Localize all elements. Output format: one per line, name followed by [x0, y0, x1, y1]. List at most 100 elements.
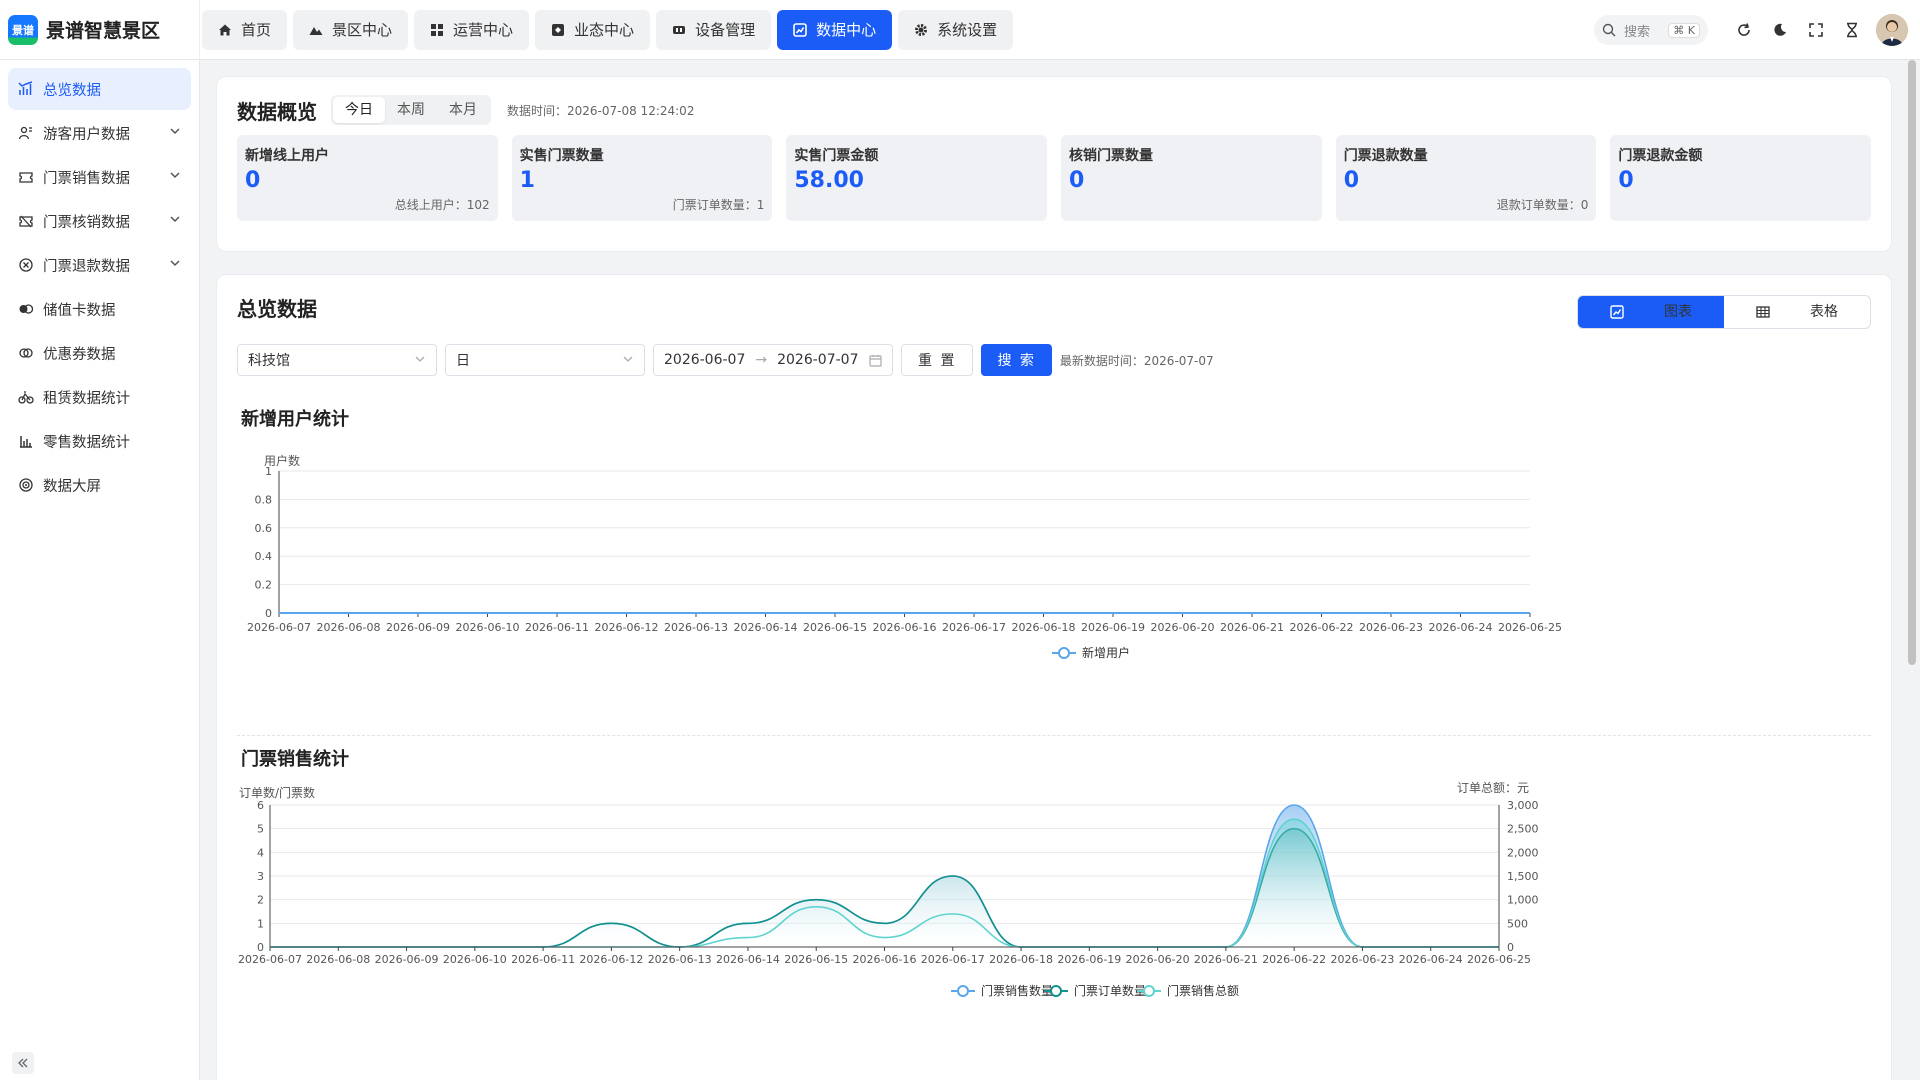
- main-content: 数据概览 今日 本周 本月 数据时间：2026-07-08 12:24:02 新…: [200, 60, 1920, 1080]
- view-table-button[interactable]: 表格: [1724, 296, 1870, 328]
- sidebar-item-overview[interactable]: 总览数据: [8, 68, 191, 110]
- sidebar-item-data-screen[interactable]: 数据大屏: [8, 464, 191, 506]
- nav-scenic-center[interactable]: 景区中心: [293, 9, 409, 50]
- chevron-down-icon: [169, 213, 181, 229]
- nav-label: 运营中心: [453, 21, 514, 39]
- refresh-icon[interactable]: [1726, 12, 1762, 48]
- sidebar-item-ticket-checkin[interactable]: 门票核销数据: [8, 200, 191, 242]
- device-icon: [672, 23, 686, 37]
- y-tick-label: 2: [257, 894, 264, 907]
- sidebar-item-label: 优惠券数据: [43, 346, 116, 363]
- fullscreen-icon[interactable]: [1798, 12, 1834, 48]
- app-title: 景谱智慧景区: [46, 20, 161, 42]
- stat-label: 新增线上用户: [245, 148, 329, 164]
- legend-label: 门票销售数量: [981, 983, 1053, 998]
- sidebar-item-rental-stats[interactable]: 租赁数据统计: [8, 376, 191, 418]
- date-start[interactable]: 2026-06-07: [664, 352, 745, 368]
- y-tick-label: 1: [257, 917, 264, 930]
- x-tick-label: 2026-06-10: [456, 621, 520, 634]
- stat-tickets-sold: 实售门票数量 1 门票订单数量：1: [511, 135, 773, 221]
- header-tools: 搜索 ⌘ K: [1594, 0, 1920, 60]
- stat-refund-amount: 门票退款金额 0: [1610, 135, 1872, 221]
- granularity-select[interactable]: 日: [445, 344, 645, 376]
- new-users-chart-svg: 用户数00.20.40.60.812026-06-07 2026-06-08 202…: [247, 453, 1562, 660]
- x-tick-label: 2026-06-19: [1081, 621, 1145, 634]
- period-today[interactable]: 今日: [333, 97, 385, 123]
- user-avatar[interactable]: [1876, 14, 1908, 46]
- venue-select-value: 科技馆: [248, 353, 290, 369]
- x-tick-label: 2026-06-25: [1467, 953, 1531, 966]
- page-scrollbar[interactable]: [1908, 60, 1918, 1080]
- view-chart-button[interactable]: 图表: [1578, 296, 1724, 328]
- y-right-tick-label: 3,000: [1507, 799, 1539, 812]
- legend-marker: [1058, 647, 1070, 659]
- nav-business-center[interactable]: 业态中心: [535, 9, 651, 50]
- period-month[interactable]: 本月: [437, 97, 489, 123]
- dark-mode-icon[interactable]: [1762, 12, 1798, 48]
- bar-chart-icon: [18, 81, 34, 97]
- view-toggle: 图表 表格: [1577, 295, 1871, 329]
- sidebar-item-visitor-data[interactable]: 游客用户数据: [8, 112, 191, 154]
- global-search[interactable]: 搜索 ⌘ K: [1594, 15, 1708, 45]
- users-icon: [18, 125, 34, 141]
- x-tick-label: 2026-06-08: [317, 621, 381, 634]
- x-tick-label: 2026-06-13: [664, 621, 728, 634]
- nav-device-management[interactable]: 设备管理: [656, 9, 772, 50]
- nav-system-settings[interactable]: 系统设置: [898, 9, 1014, 50]
- stat-label: 实售门票数量: [519, 148, 604, 164]
- chart-icon: [793, 22, 807, 37]
- sidebar: 总览数据 游客用户数据 门票销售数据 门票核销数据 门票退款数据 储值卡数据 优…: [0, 60, 200, 1080]
- sidebar-item-label: 门票销售数据: [43, 170, 130, 187]
- chart-view-icon: [1594, 296, 1640, 328]
- store-icon: [551, 23, 565, 37]
- sidebar-item-retail-stats[interactable]: 零售数据统计: [8, 420, 191, 462]
- x-tick-label: 2026-06-22: [1262, 953, 1326, 966]
- x-tick-label: 2026-06-23: [1330, 953, 1394, 966]
- sidebar-item-ticket-sales[interactable]: 门票销售数据: [8, 156, 191, 198]
- overview-title: 数据概览: [237, 99, 317, 124]
- y-right-tick-label: 500: [1507, 917, 1528, 930]
- search-button[interactable]: 搜 索: [981, 344, 1052, 376]
- top-nav: 首页 景区中心 运营中心 业态中心 设备管理 数据中心 系统设置: [202, 9, 1019, 50]
- sidebar-item-stored-value-card[interactable]: 储值卡数据: [8, 288, 191, 330]
- x-tick-label: 2026-06-17: [921, 953, 985, 966]
- reset-button[interactable]: 重 置: [901, 344, 974, 376]
- chevron-down-icon: [414, 353, 426, 369]
- date-end[interactable]: 2026-07-07: [777, 352, 858, 368]
- x-tick-label: 2026-06-24: [1399, 953, 1463, 966]
- nav-data-center[interactable]: 数据中心: [777, 9, 893, 50]
- search-icon: [1602, 23, 1616, 37]
- date-range-picker[interactable]: 2026-06-07 → 2026-07-07: [653, 344, 893, 376]
- sidebar-item-label: 门票退款数据: [43, 258, 130, 275]
- x-tick-label: 2026-06-12: [579, 953, 643, 966]
- x-tick-label: 2026-06-24: [1429, 621, 1493, 634]
- nav-home[interactable]: 首页: [202, 9, 288, 50]
- overview-data-panel: 总览数据 图表 表格 科技馆 日 2026-06-07 → 2026-07-07…: [216, 274, 1892, 1080]
- scrollbar-thumb[interactable]: [1908, 60, 1916, 665]
- arrow-right-icon: →: [755, 352, 768, 368]
- y-right-tick-label: 2,500: [1507, 823, 1539, 836]
- legend-marker: [1050, 985, 1062, 997]
- sidebar-item-coupon[interactable]: 优惠券数据: [8, 332, 191, 374]
- sidebar-item-label: 数据大屏: [43, 478, 101, 495]
- top-header: 景谱 景谱智慧景区 首页 景区中心 运营中心 业态中心 设备管理 数据中心 系统…: [0, 0, 1920, 60]
- x-tick-label: 2026-06-16: [873, 621, 937, 634]
- stat-label: 门票退款金额: [1618, 148, 1703, 164]
- sidebar-item-ticket-refund[interactable]: 门票退款数据: [8, 244, 191, 286]
- sidebar-item-label: 总览数据: [43, 82, 101, 99]
- y-axis-right-label: 订单总额：元: [1457, 781, 1529, 795]
- nav-label: 首页: [241, 21, 272, 39]
- period-week[interactable]: 本周: [385, 97, 437, 123]
- hourglass-icon[interactable]: [1834, 12, 1870, 48]
- nav-label: 设备管理: [695, 21, 756, 39]
- gear-icon: [914, 23, 928, 37]
- app-logo[interactable]: 景谱 景谱智慧景区: [0, 0, 200, 60]
- nav-operation-center[interactable]: 运营中心: [414, 9, 530, 50]
- x-tick-label: 2026-06-11: [525, 621, 589, 634]
- table-view-icon: [1740, 296, 1786, 328]
- venue-select[interactable]: 科技馆: [237, 344, 437, 376]
- collapse-sidebar-button[interactable]: [12, 1052, 34, 1074]
- x-tick-label: 2026-06-25: [1498, 621, 1562, 634]
- chevron-down-icon: [169, 257, 181, 273]
- stat-value: 1: [519, 168, 535, 193]
